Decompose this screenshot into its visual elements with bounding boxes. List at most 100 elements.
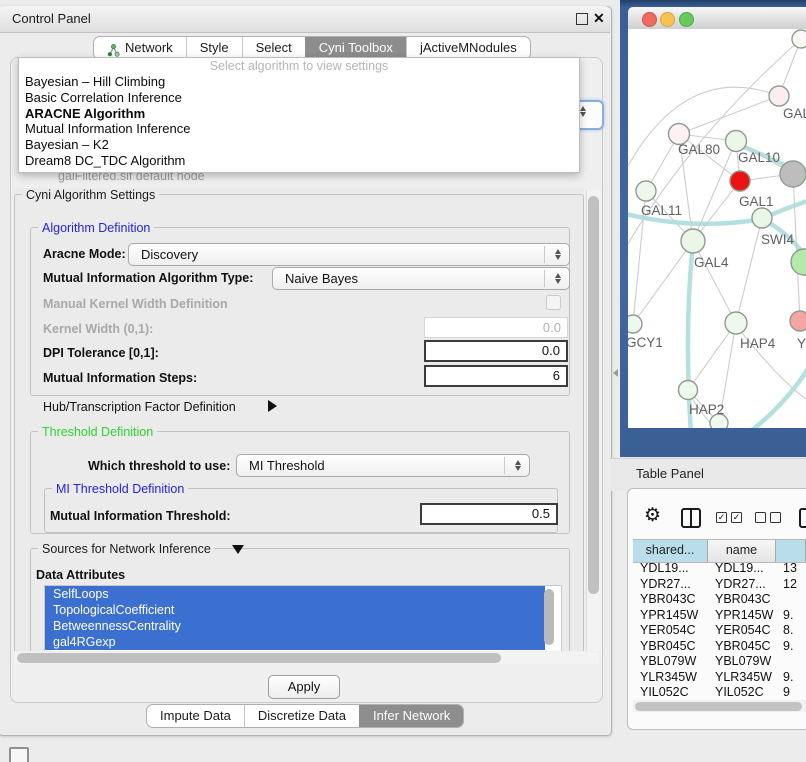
tab-label: jActiveMNodules (420, 37, 517, 59)
tab-label: Impute Data (160, 705, 231, 727)
tab-select[interactable]: Select (242, 37, 305, 59)
apply-button[interactable]: Apply (268, 675, 340, 699)
bottom-tab-discretize-data[interactable]: Discretize Data (244, 705, 359, 727)
mi-algorithm-type-combo[interactable]: Naive Bayes (272, 267, 570, 290)
table-cell: 8. (776, 623, 806, 639)
table-panel-title: Table Panel (636, 466, 704, 481)
dropdown-item[interactable]: Bayesian – Hill Climbing (19, 74, 579, 90)
control-panel-title: Control Panel (12, 11, 91, 26)
table-cell (776, 654, 806, 670)
threshold-definition-label: Threshold Definition (38, 425, 157, 439)
table-row[interactable]: YBL079WYBL079W (633, 654, 806, 670)
which-threshold-label: Which threshold to use: (88, 459, 230, 473)
kernel-width-label: Kernel Width (0,1): (43, 322, 153, 336)
settings-hscrollbar-thumb[interactable] (17, 653, 501, 663)
zoom-traffic-light-icon[interactable] (679, 12, 694, 27)
tab-cyni-toolbox[interactable]: Cyni Toolbox (305, 37, 406, 59)
mi-threshold-field[interactable]: 0.5 (420, 503, 558, 525)
table-cell: YBR043C (633, 592, 708, 608)
combo-arrows-icon (555, 273, 561, 284)
select-all-checkboxes-icon[interactable]: ✓✓ (716, 512, 742, 523)
dropdown-item[interactable]: Basic Correlation Inference (19, 90, 579, 106)
table-row[interactable]: YBR045CYBR045C9. (633, 639, 806, 655)
control-panel-bottom-tabbar: Impute Data Discretize Data Infer Network (146, 704, 464, 728)
list-item[interactable]: gal4RGexp (45, 634, 545, 650)
aracne-mode-combo[interactable]: Discovery (128, 243, 570, 266)
list-item[interactable]: BetweennessCentrality (45, 618, 545, 634)
aracne-mode-label: Aracne Mode: (43, 247, 126, 261)
collapse-arrow-icon[interactable] (232, 545, 244, 554)
dpi-tolerance-field[interactable]: 0.0 (424, 340, 568, 362)
dpi-tolerance-label: DPI Tolerance [0,1]: (43, 346, 159, 360)
gear-icon[interactable]: ⚙ (644, 505, 661, 527)
tab-style[interactable]: Style (186, 37, 242, 59)
tab-label: Select (256, 37, 292, 59)
dropdown-item[interactable]: Dream8 DC_TDC Algorithm (19, 153, 579, 169)
table-cell (776, 592, 806, 608)
close-icon[interactable]: ✕ (593, 9, 605, 27)
mi-threshold-definition-label: MI Threshold Definition (52, 482, 188, 496)
list-scrollbar-thumb[interactable] (544, 589, 554, 645)
column-header[interactable]: shared... (633, 540, 708, 562)
svg-text:SWI4: SWI4 (761, 232, 794, 247)
svg-text:GAL1: GAL1 (739, 194, 774, 209)
splitter-handle-icon[interactable] (613, 369, 618, 377)
tab-label: Discretize Data (258, 705, 346, 727)
tab-jactivemnodules[interactable]: jActiveMNodules (406, 37, 530, 59)
table-cell: YBL079W (708, 654, 776, 670)
table-cell: YER054C (633, 623, 708, 639)
manual-kernel-width-checkbox[interactable] (546, 295, 561, 310)
algorithm-dropdown-popup: Select algorithm to view settings Bayesi… (18, 57, 580, 173)
sources-label: Sources for Network Inference (38, 542, 215, 556)
list-item[interactable]: TopologicalCoefficient (45, 602, 545, 618)
table-row[interactable]: YLR345WYLR345W9. (633, 670, 806, 686)
expand-arrow-icon[interactable] (268, 400, 277, 412)
deselect-all-checkboxes-icon[interactable] (755, 512, 781, 523)
table-hscrollbar-thumb[interactable] (635, 702, 802, 711)
dropdown-item[interactable]: Bayesian – K2 (19, 137, 579, 153)
close-traffic-light-icon[interactable] (642, 12, 657, 27)
table-row[interactable]: YDL19...YDL19...13 (633, 561, 806, 577)
table-row[interactable]: YBR043CYBR043C (633, 592, 806, 608)
dropdown-item[interactable]: ARACNE Algorithm (19, 106, 579, 122)
mi-steps-field[interactable]: 6 (424, 365, 568, 387)
svg-text:Y: Y (797, 336, 806, 351)
column-header[interactable] (776, 540, 806, 562)
column-header[interactable]: name (708, 540, 776, 562)
dropdown-item[interactable]: Mutual Information Inference (19, 121, 579, 137)
float-window-icon[interactable] (576, 13, 588, 25)
network-canvas[interactable]: GALGAL80GAL10GAL1GAL11SWI4GAL4GCY1HAP4YH… (628, 29, 806, 428)
data-attributes-list[interactable]: SelfLoopsTopologicalCoefficientBetweenne… (44, 585, 562, 651)
table-row[interactable]: YDR27...YDR27...12 (633, 577, 806, 593)
cyni-algorithm-settings-label: Cyni Algorithm Settings (22, 188, 159, 202)
settings-vscrollbar-thumb[interactable] (588, 196, 599, 594)
which-threshold-combo[interactable]: MI Threshold (236, 454, 530, 477)
algorithm-definition-label: Algorithm Definition (38, 221, 154, 235)
hub-tf-definition-label[interactable]: Hub/Transcription Factor Definition (43, 400, 236, 414)
table-cell: YDR27... (708, 577, 776, 593)
column-layout-icon[interactable] (681, 508, 701, 528)
minimize-traffic-light-icon[interactable] (660, 12, 675, 27)
table-body: YDL19...YDL19...13YDR27...YDR27...12YBR0… (633, 561, 806, 698)
table-cell: YDR27... (633, 577, 708, 593)
bottom-tab-impute-data[interactable]: Impute Data (147, 705, 244, 727)
bottom-tab-infer-network[interactable]: Infer Network (359, 705, 463, 727)
table-row[interactable]: YER054CYER054C8. (633, 623, 806, 639)
table-cell: 9. (776, 608, 806, 624)
table-cell: 9. (776, 639, 806, 655)
desktop: Control Panel ✕ NetworkStyle Select Cyni T… (0, 0, 806, 762)
new-table-icon[interactable] (799, 508, 806, 528)
table-cell: YBR045C (633, 639, 708, 655)
aracne-mode-value: Discovery (141, 247, 198, 262)
control-panel-titlebar[interactable] (0, 6, 610, 33)
kernel-width-field[interactable]: 0.0 (424, 317, 568, 338)
table-row[interactable]: YIL052CYIL052C9 (633, 685, 806, 698)
list-item[interactable]: SelfLoops (45, 586, 545, 602)
table-cell: YBR045C (708, 639, 776, 655)
tab-label: Infer Network (373, 705, 450, 727)
minimized-panel-icon[interactable] (9, 747, 29, 762)
table-header-row: shared...name (633, 539, 806, 563)
table-cell: YPR145W (633, 608, 708, 624)
table-row[interactable]: YPR145WYPR145W9. (633, 608, 806, 624)
tab-network[interactable]: Network (94, 37, 186, 59)
